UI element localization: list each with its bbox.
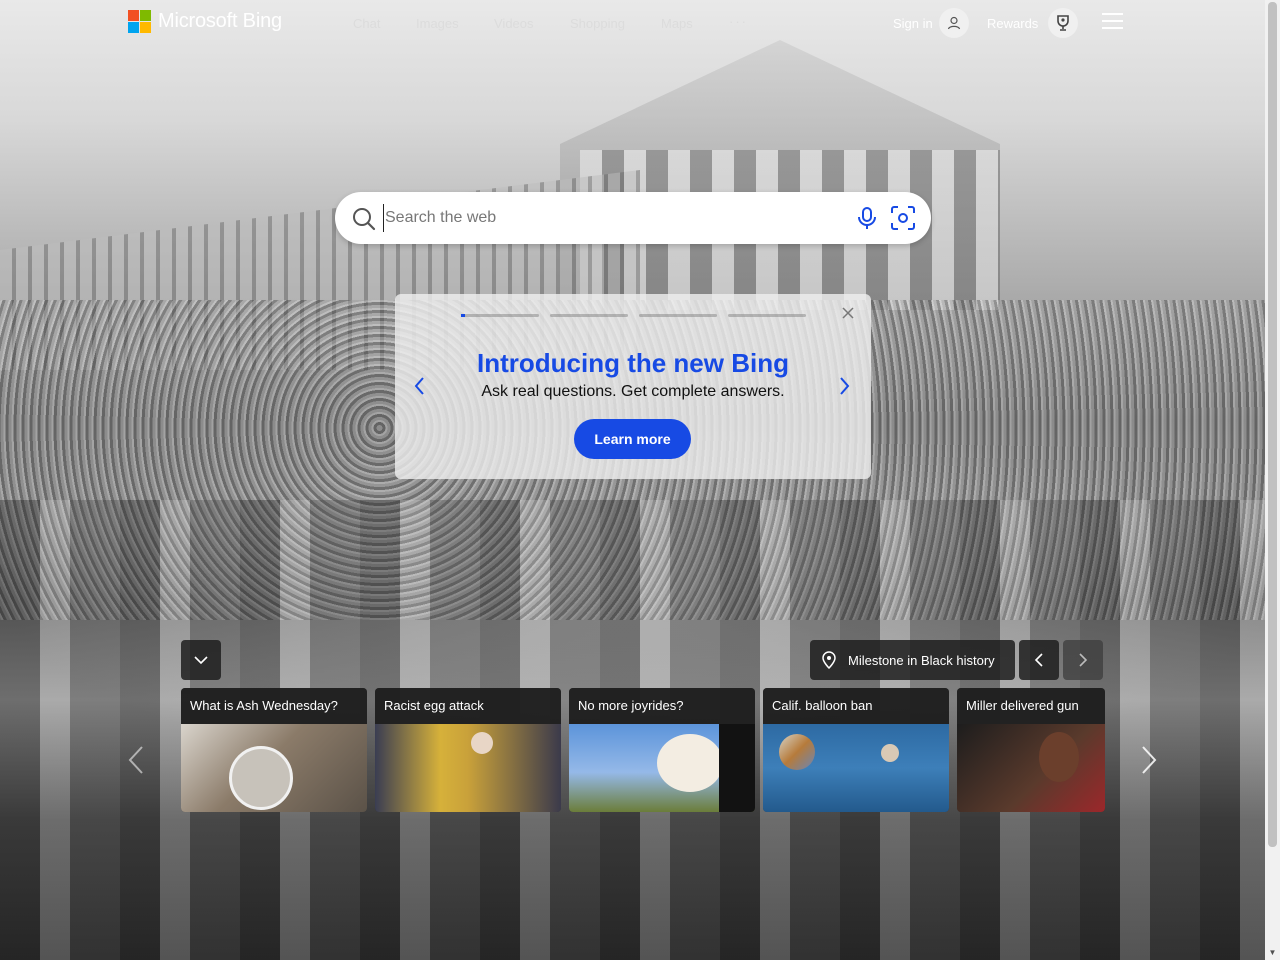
news-card[interactable]: Calif. balloon ban: [763, 688, 949, 812]
news-carousel: What is Ash Wednesday? Racist egg attack…: [181, 688, 1105, 812]
promo-slide-indicator[interactable]: [461, 314, 539, 317]
user-avatar-icon: [938, 8, 969, 38]
news-card-title: What is Ash Wednesday?: [181, 688, 367, 724]
previous-image-button[interactable]: [1019, 640, 1059, 680]
rewards-trophy-icon: [1048, 8, 1079, 38]
microsoft-logo-icon: [128, 10, 151, 33]
news-card-thumbnail: [375, 724, 561, 812]
next-image-button[interactable]: [1063, 640, 1103, 680]
chevron-left-icon: [1034, 653, 1043, 667]
location-pin-icon: [822, 651, 836, 669]
news-card-title: Racist egg attack: [375, 688, 561, 724]
image-caption: Milestone in Black history: [848, 652, 995, 668]
news-card-thumbnail: [569, 724, 755, 812]
news-card-thumbnail: [181, 724, 367, 812]
hamburger-menu-icon[interactable]: [1102, 13, 1124, 31]
image-info-button[interactable]: Milestone in Black history: [810, 640, 1015, 680]
search-box[interactable]: [335, 192, 931, 244]
promo-slide-indicator[interactable]: [728, 314, 806, 317]
news-card-thumbnail: [957, 724, 1105, 812]
background-image: [0, 0, 1265, 960]
bing-logo[interactable]: Microsoft Bing: [128, 10, 282, 33]
promo-subtitle: Ask real questions. Get complete answers…: [481, 383, 785, 400]
top-header: Microsoft Bing Chat Images Videos Shoppi…: [0, 0, 1265, 46]
chevron-right-icon[interactable]: [1139, 745, 1159, 780]
chevron-down-icon: [194, 656, 208, 665]
chevron-right-icon: [1079, 653, 1088, 667]
rewards-label: Rewards: [987, 15, 1039, 31]
page-scrollbar[interactable]: ▼: [1265, 0, 1280, 960]
scroll-thumb[interactable]: [1268, 2, 1277, 847]
news-card-title: No more joyrides?: [569, 688, 755, 724]
news-card[interactable]: Racist egg attack: [375, 688, 561, 812]
sign-in-label: Sign in: [893, 15, 933, 31]
search-input[interactable]: [383, 204, 837, 232]
news-card[interactable]: Miller delivered gun: [957, 688, 1105, 812]
search-icon: [351, 206, 377, 237]
collapse-feed-button[interactable]: [181, 640, 221, 680]
visual-search-camera-icon[interactable]: [890, 205, 916, 236]
brand-name: Microsoft Bing: [158, 10, 282, 32]
rewards-button[interactable]: Rewards: [987, 8, 1079, 38]
learn-more-button[interactable]: Learn more: [574, 419, 691, 459]
news-card-thumbnail: [763, 724, 949, 812]
news-card-title: Miller delivered gun: [957, 688, 1105, 724]
news-card[interactable]: No more joyrides?: [569, 688, 755, 812]
news-card-title: Calif. balloon ban: [763, 688, 949, 724]
nav-chat[interactable]: Chat: [353, 16, 380, 31]
nav-videos[interactable]: Videos: [494, 16, 534, 31]
nav-shopping[interactable]: Shopping: [570, 16, 625, 31]
microphone-icon[interactable]: [856, 206, 878, 235]
close-icon[interactable]: [841, 306, 855, 320]
chevron-right-icon[interactable]: [839, 376, 851, 401]
promo-title: Introducing the new Bing: [477, 348, 789, 378]
new-bing-promo-card: Introducing the new Bing Ask real questi…: [395, 294, 871, 479]
nav-more[interactable]: ···: [729, 14, 748, 29]
nav-maps[interactable]: Maps: [661, 16, 693, 31]
nav-images[interactable]: Images: [416, 16, 459, 31]
news-card[interactable]: What is Ash Wednesday?: [181, 688, 367, 812]
sign-in-button[interactable]: Sign in: [893, 8, 969, 38]
chevron-left-icon[interactable]: [126, 745, 146, 780]
promo-progress-indicator: [461, 314, 817, 317]
scroll-down-icon[interactable]: ▼: [1265, 945, 1280, 960]
promo-slide-indicator[interactable]: [639, 314, 717, 317]
promo-slide-indicator[interactable]: [550, 314, 628, 317]
